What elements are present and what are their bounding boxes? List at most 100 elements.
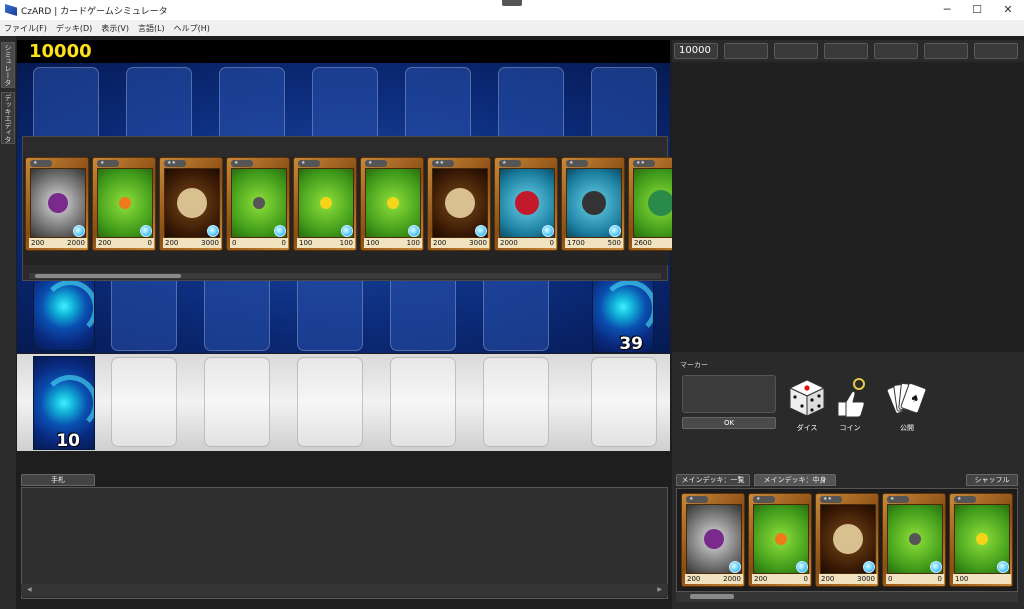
side-tab-strip: シミュレータ デッキエディタ xyxy=(0,36,16,609)
monster-card[interactable]: ★ 200 0 xyxy=(748,493,812,587)
score-box xyxy=(724,43,768,59)
reveal-button[interactable]: ♠ ♠ ♠ ♠ 公開 xyxy=(874,378,940,433)
card-viewer-scrollbar[interactable] xyxy=(29,273,661,279)
card-stat-left: 100 xyxy=(299,239,313,247)
scrollbar-thumb[interactable] xyxy=(35,274,181,278)
monster-card[interactable]: ★ 2000 0 xyxy=(494,157,558,251)
monster-card[interactable]: ★ 100 100 xyxy=(293,157,357,251)
card-stat-left: 2600 xyxy=(634,239,652,247)
dice-button[interactable]: ダイス xyxy=(788,378,826,433)
monster-card[interactable]: ★ 100 100 xyxy=(360,157,424,251)
score-bar: 10000 xyxy=(17,40,670,63)
title-bar: CzARD | カードゲームシミュレータ ─ ☐ ✕ xyxy=(0,0,1024,20)
player-field[interactable]: 10 xyxy=(17,354,670,451)
monster-card[interactable]: ★ 1700 500 xyxy=(561,157,625,251)
card-stat-left: 100 xyxy=(955,575,969,583)
monster-card[interactable]: ★ 200 2000 xyxy=(681,493,745,587)
opponent-info-area xyxy=(672,62,1024,352)
drag-handle[interactable] xyxy=(502,0,522,6)
card-stats: 00 xyxy=(230,238,288,248)
tab-simulator[interactable]: シミュレータ xyxy=(1,42,15,88)
shuffle-button[interactable]: シャッフル xyxy=(966,474,1018,486)
card-stats: 200 3000 xyxy=(431,238,489,248)
creature-icon xyxy=(909,533,921,545)
deck-pane: メインデッキ：一覧 メインデッキ：中身 シャッフル ★ 200 2000 ★ 200 0 ★… xyxy=(674,472,1020,605)
field-slot[interactable] xyxy=(297,357,363,447)
tab-deck-editor[interactable]: デッキエディタ xyxy=(1,92,15,144)
attribute-gem-icon xyxy=(274,225,286,237)
dice-label: ダイス xyxy=(796,424,818,432)
attribute-gem-icon xyxy=(542,225,554,237)
card-level: ★ xyxy=(954,496,976,503)
menu-view[interactable]: 表示(V) xyxy=(101,23,129,34)
menu-help[interactable]: ヘルプ(H) xyxy=(174,23,210,34)
maximize-button[interactable]: ☐ xyxy=(962,0,992,20)
card-stat-left: 2000 xyxy=(500,239,518,247)
card-level: ★ xyxy=(298,160,320,167)
attribute-gem-icon xyxy=(609,225,621,237)
card-level: ★ xyxy=(365,160,387,167)
menu-deck[interactable]: デッキ(D) xyxy=(56,23,92,34)
card-level: ★ xyxy=(686,496,708,503)
tab-main-deck-list[interactable]: メインデッキ：一覧 xyxy=(676,474,750,486)
coin-button[interactable]: コイン xyxy=(832,378,868,433)
ok-button[interactable]: OK xyxy=(682,417,776,429)
creature-icon xyxy=(177,188,207,218)
hand-scrollbar[interactable]: ◀ ▶ xyxy=(21,584,668,596)
card-level: ★ xyxy=(753,496,775,503)
dice-icon xyxy=(788,379,826,417)
creature-icon xyxy=(582,191,606,215)
monster-card[interactable]: ★ 0 0 xyxy=(882,493,946,587)
score-box xyxy=(774,43,818,59)
monster-card[interactable]: ★ 100 xyxy=(949,493,1013,587)
field-slot[interactable] xyxy=(390,357,456,447)
field-slot[interactable] xyxy=(204,357,270,447)
card-stat-left: 200 xyxy=(165,239,179,247)
score-box xyxy=(924,43,968,59)
scroll-right-icon[interactable]: ▶ xyxy=(657,584,662,596)
card-stat-right: 100 xyxy=(339,239,353,247)
card-level: ★ xyxy=(97,160,119,167)
card-stat-right: 3000 xyxy=(201,239,219,247)
tab-hand[interactable]: 手札 xyxy=(21,474,95,486)
monster-card[interactable]: ★★ 200 3000 xyxy=(159,157,223,251)
hand-area[interactable] xyxy=(21,487,668,599)
card-level: ★ xyxy=(566,160,588,167)
marker-input[interactable] xyxy=(682,375,776,413)
creature-icon xyxy=(515,191,539,215)
card-stat-left: 200 xyxy=(687,575,701,583)
coin-icon xyxy=(837,378,865,418)
monster-card[interactable]: ★★ 200 3000 xyxy=(427,157,491,251)
creature-icon xyxy=(320,197,332,209)
tab-main-deck-contents[interactable]: メインデッキ：中身 xyxy=(754,474,836,486)
monster-card[interactable]: ★★ 200 3000 xyxy=(815,493,879,587)
card-stat-right: 0 xyxy=(803,575,808,583)
player-deck-pile[interactable]: 10 xyxy=(33,356,95,450)
card-level: ★★ xyxy=(820,496,842,503)
field-slot[interactable] xyxy=(483,357,549,447)
card-stat-left: 200 xyxy=(821,575,835,583)
card-stats: 200 2000 xyxy=(685,574,743,584)
app-logo-icon xyxy=(5,4,17,16)
card-stat-right: 3000 xyxy=(469,239,487,247)
minimize-button[interactable]: ─ xyxy=(932,0,962,20)
card-stat-right: 2000 xyxy=(67,239,85,247)
monster-card[interactable]: ★ 200 2000 xyxy=(25,157,89,251)
menu-file[interactable]: ファイル(F) xyxy=(4,23,47,34)
card-viewer-popup[interactable]: ★ 200 2000 ★ 200 0 ★★ 200 3000 ★ 0 0 ★ 100 100 ★ 100 100 ★… xyxy=(22,136,692,281)
monster-card[interactable]: ★ 200 0 xyxy=(92,157,156,251)
scroll-left-icon[interactable]: ◀ xyxy=(27,586,32,593)
close-button[interactable]: ✕ xyxy=(993,0,1023,20)
life-points: 10000 xyxy=(29,41,92,62)
card-stat-left: 1700 xyxy=(567,239,585,247)
opponent-deck-count: 39 xyxy=(619,334,643,353)
creature-icon xyxy=(833,524,863,554)
card-stat-right: 0 xyxy=(937,575,942,583)
deck-scrollbar[interactable] xyxy=(676,592,1018,602)
field-slot[interactable] xyxy=(111,357,177,447)
card-level: ★ xyxy=(30,160,52,167)
monster-card[interactable]: ★ 0 0 xyxy=(226,157,290,251)
field-slot[interactable] xyxy=(591,357,657,447)
scrollbar-thumb[interactable] xyxy=(690,594,734,599)
menu-language[interactable]: 言語(L) xyxy=(138,23,165,34)
